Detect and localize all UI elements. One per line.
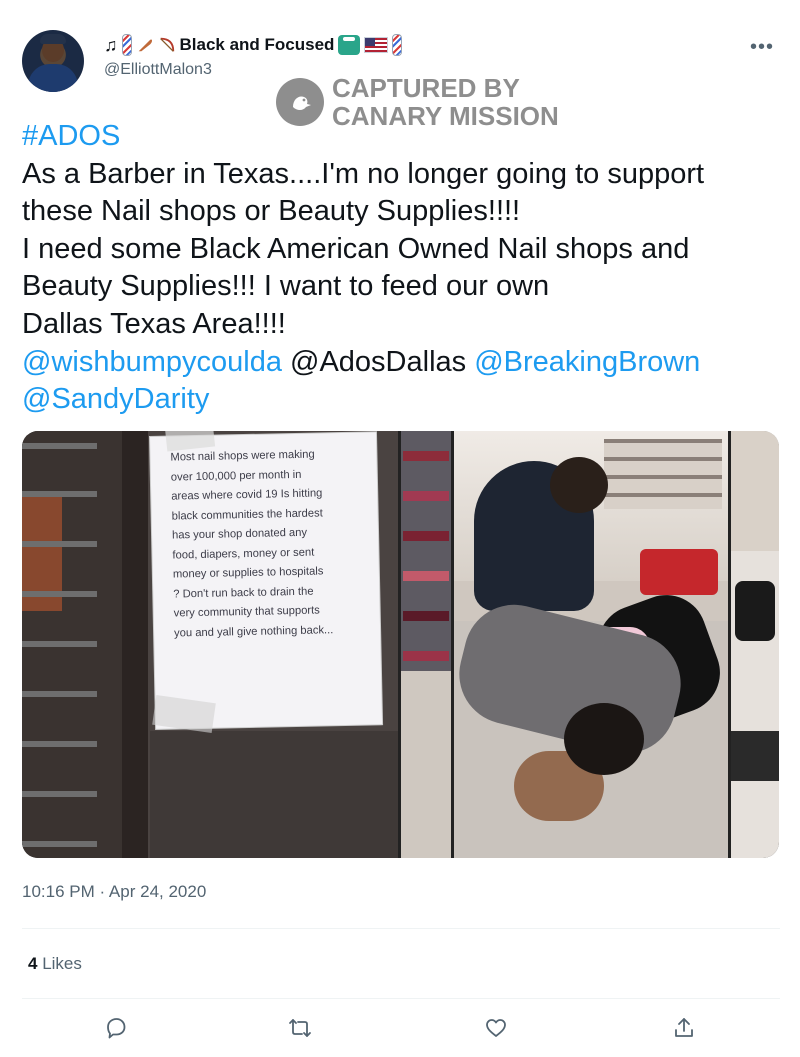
display-name-row[interactable]: ♫ Black and Focused: [104, 34, 403, 56]
tweet-line: As a Barber in Texas....I'm no longer go…: [22, 157, 705, 190]
mention-plain[interactable]: @AdosDallas: [290, 346, 466, 378]
likes-count[interactable]: 4 Likes: [28, 954, 82, 974]
statue-of-liberty-icon: [338, 35, 361, 55]
divider: [22, 998, 780, 999]
mention-link[interactable]: @SandyDarity: [22, 381, 782, 419]
us-flag-icon: [364, 37, 389, 53]
likes-label: Likes: [42, 954, 82, 973]
music-note-icon: ♫: [104, 34, 118, 55]
tweet-line: Dallas Texas Area!!!!: [22, 307, 286, 340]
hashtag-link[interactable]: #ADOS: [22, 118, 782, 156]
avatar[interactable]: [22, 30, 84, 92]
media-photo-aisle[interactable]: [731, 431, 779, 858]
barber-pole-icon: [121, 34, 132, 56]
tweet-line: these Nail shops or Beauty Supplies!!!!: [22, 195, 521, 228]
feather-icon: [138, 39, 152, 52]
like-icon[interactable]: [484, 1016, 510, 1042]
barber-pole-icon: [392, 34, 403, 56]
notice-line: you and yall give nothing back...: [173, 623, 334, 640]
user-handle[interactable]: @ElliottMalon3: [104, 61, 212, 79]
retweet-icon[interactable]: [288, 1016, 314, 1042]
media-photo-notice[interactable]: Most nail shops were making over 100,000…: [22, 431, 398, 858]
media-photo-store[interactable]: [454, 431, 728, 858]
reply-icon[interactable]: [104, 1016, 130, 1042]
tweet-line: Beauty Supplies!!! I want to feed our ow…: [22, 270, 550, 303]
share-icon[interactable]: [672, 1016, 698, 1042]
mention-link[interactable]: @wishbumpycoulda: [22, 346, 282, 378]
tweet-timestamp[interactable]: 10:16 PM · Apr 24, 2020: [22, 882, 206, 902]
display-name: Black and Focused: [179, 35, 335, 54]
media-grid[interactable]: Most nail shops were making over 100,000…: [22, 431, 779, 858]
media-photo-shelf[interactable]: [401, 431, 451, 858]
more-options-icon[interactable]: •••: [750, 36, 774, 59]
likes-number: 4: [28, 954, 38, 973]
tweet-text: #ADOS As a Barber in Texas....I'm no lon…: [22, 118, 782, 419]
tweet-line: I need some Black American Owned Nail sh…: [22, 232, 690, 265]
divider: [22, 928, 780, 929]
notice-paper: Most nail shops were making over 100,000…: [150, 432, 383, 729]
watermark-line1: CAPTURED BY: [332, 73, 520, 103]
mention-link[interactable]: @BreakingBrown: [474, 346, 700, 378]
bow-arrow-icon: [159, 37, 174, 52]
